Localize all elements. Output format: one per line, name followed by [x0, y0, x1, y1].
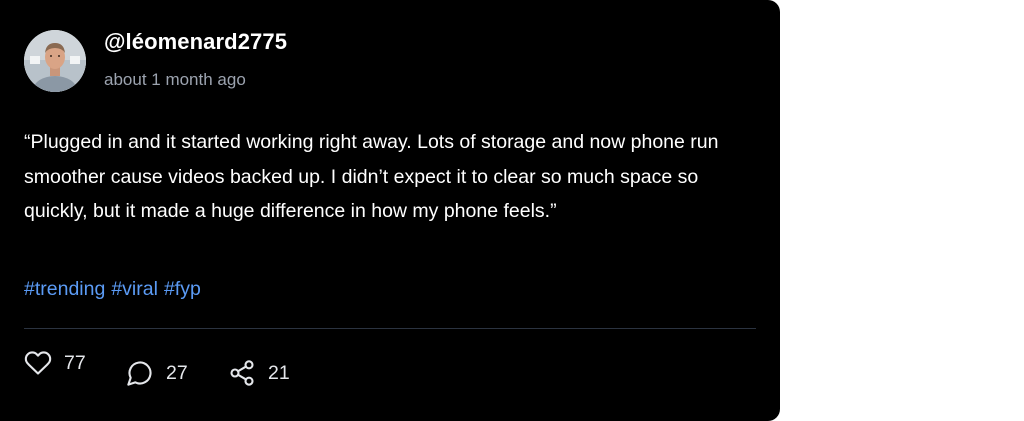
hashtag-fyp[interactable]: #fyp	[164, 275, 201, 303]
hashtag-trending[interactable]: #trending	[24, 275, 105, 303]
speech-bubble-icon	[126, 359, 154, 387]
avatar[interactable]	[24, 30, 86, 92]
share-button[interactable]: 21	[228, 359, 290, 387]
username[interactable]: @léomenard2775	[104, 29, 287, 55]
hashtag-viral[interactable]: #viral	[111, 275, 158, 303]
post-text: “Plugged in and it started working right…	[24, 131, 719, 222]
divider	[24, 328, 756, 329]
share-count: 21	[268, 361, 290, 384]
user-avatar-image	[24, 30, 86, 92]
post-timestamp: about 1 month ago	[104, 70, 246, 89]
heart-icon	[24, 349, 52, 377]
like-button[interactable]: 77	[24, 349, 86, 377]
post-card: @léomenard2775 about 1 month ago “Plugge…	[0, 0, 780, 421]
hashtag-list: #trending #viral #fyp	[24, 275, 201, 303]
share-icon	[228, 359, 256, 387]
like-count: 77	[64, 351, 86, 374]
comment-count: 27	[166, 361, 188, 384]
comment-button[interactable]: 27	[126, 359, 188, 387]
